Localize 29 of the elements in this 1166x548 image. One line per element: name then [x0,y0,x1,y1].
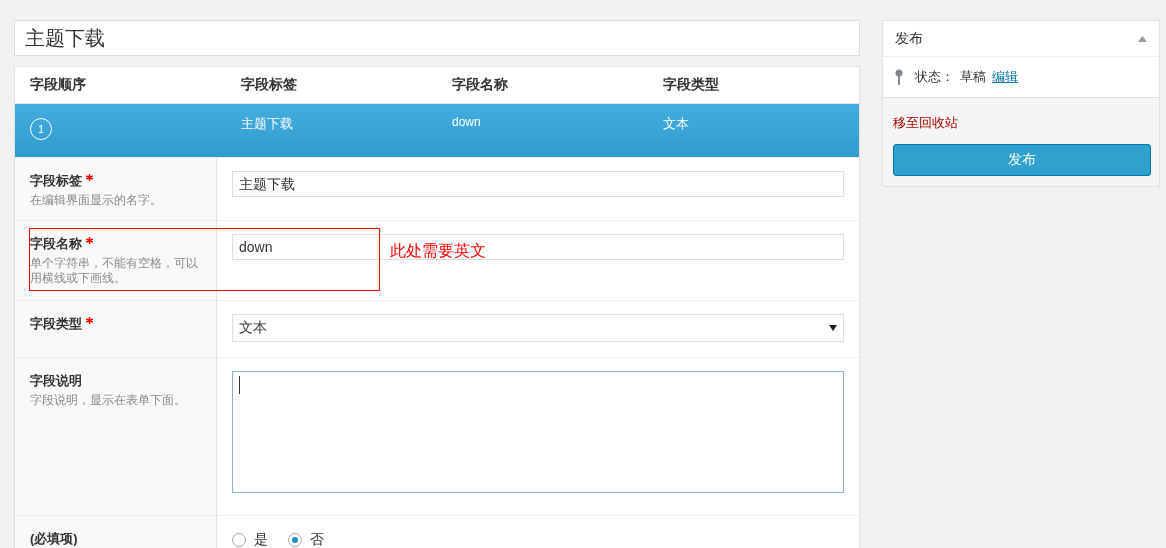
column-header: 字段顺序 [29,76,87,94]
radio-option[interactable]: 否 [288,531,324,548]
status-label: 状态： [915,68,954,86]
table-cell-text: 文本 [662,115,690,133]
edit-link[interactable]: 编辑 [992,68,1018,86]
column-header: 字段类型 [662,76,720,94]
field-label: (必填项) [30,530,79,548]
field-hint: 单个字符串，不能有空格，可以用横线或下画线。 [30,256,199,286]
field-label: 字段说明 [30,372,83,390]
caret-icon [829,325,837,331]
table-cell-text: 主题下载 [240,115,294,133]
trash-link[interactable]: 移至回收站 [893,114,958,132]
field-label: 字段名称 [30,235,216,253]
field-label: 字段标签 [30,172,216,190]
field-hint: 字段说明，显示在表单下面。 [30,393,187,408]
pin-icon [895,69,903,85]
title-field[interactable]: 主题下载 [14,20,860,56]
annotation-text: 此处需要英文 [390,241,486,261]
radio-option[interactable]: 是 [232,531,268,548]
field-hint: 在编辑界面显示的名字。 [30,193,163,208]
table-cell-text: down [451,114,482,131]
status-value: 草稿 [960,68,986,86]
column-header: 字段标签 [240,76,298,94]
box-title: 发布 [895,29,923,48]
input-field[interactable]: 主题下载 [232,171,844,197]
field-label: 字段类型 [30,315,216,333]
column-header: 字段名称 [451,76,509,94]
type-dropdown[interactable]: 文本 [232,314,844,342]
collapse-icon[interactable] [1138,35,1147,42]
